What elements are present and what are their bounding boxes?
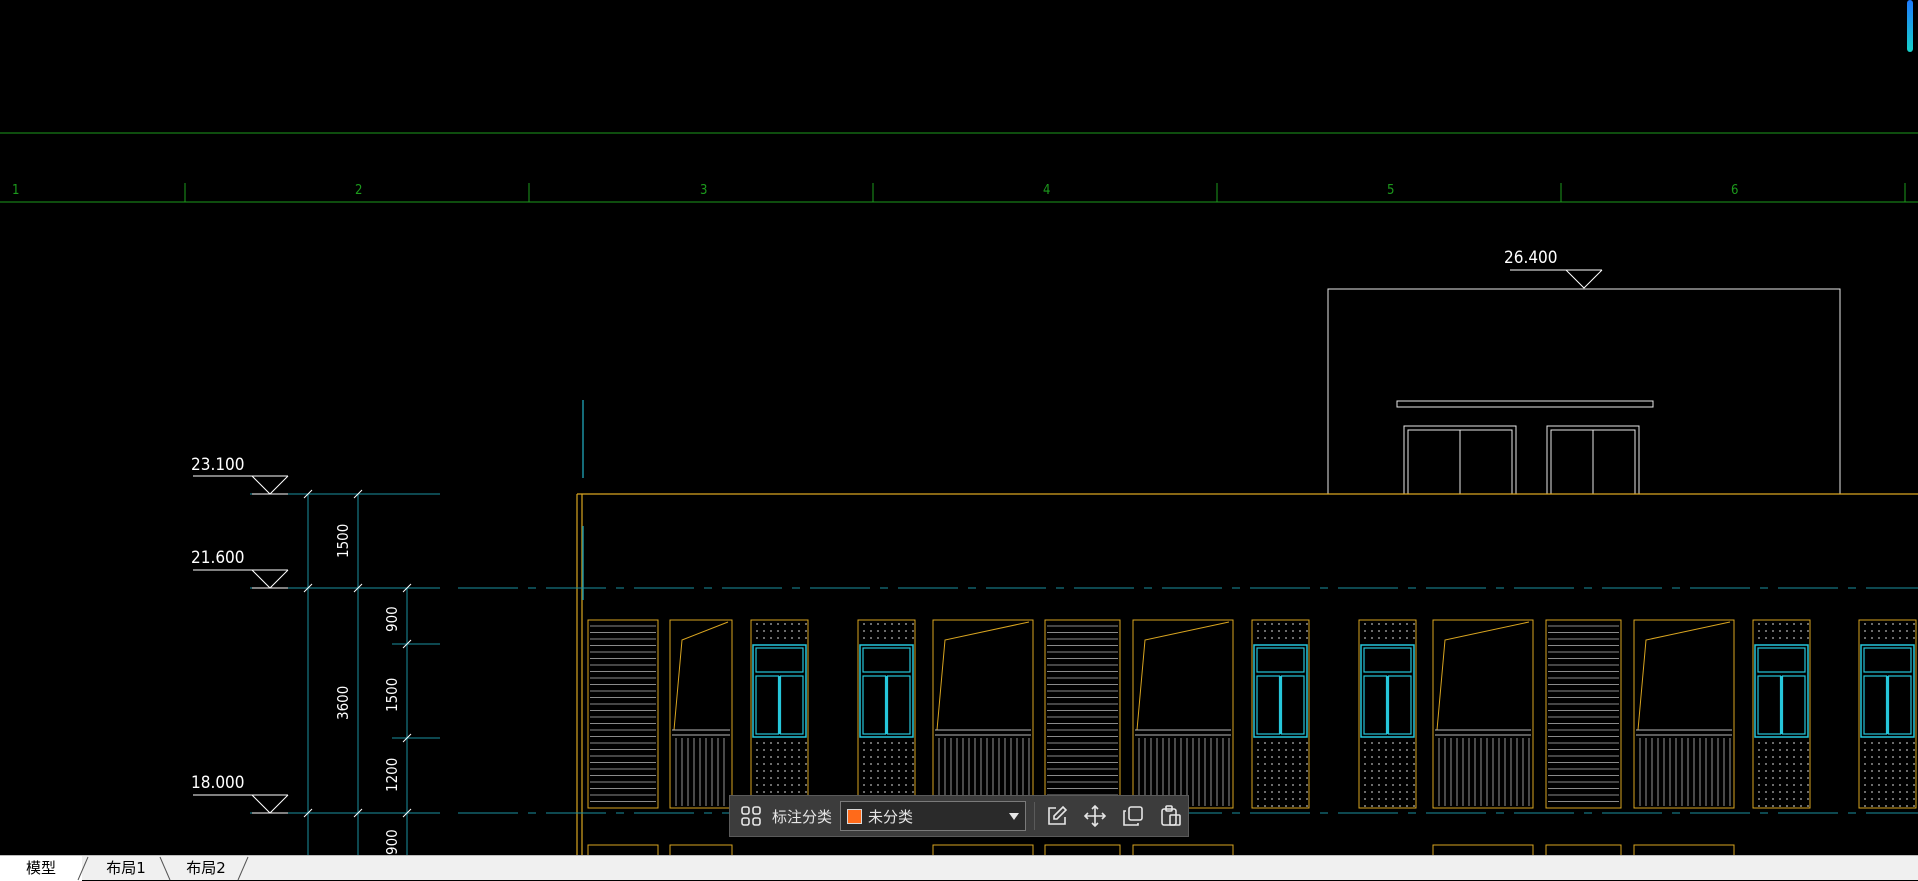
axis-label: 1 [12,183,19,198]
balcony-door [932,619,1034,809]
dimension-texts: 1500 3600 900 1500 1200 900 [334,524,401,855]
dim-900-b: 900 [383,829,401,855]
drawing-canvas[interactable]: 1 2 3 4 5 6 26.400 1500 3600 900 1500 1200 90… [0,0,1918,855]
level-marker-3: 18.000 [191,773,289,814]
level-21600: 21.600 [191,548,245,568]
category-color-swatch [847,808,863,824]
window-pier [1251,619,1310,809]
axis-label: 2 [355,183,362,198]
balcony-door [669,619,733,809]
dim-3600: 3600 [334,686,352,720]
axis-label: 6 [1731,183,1738,198]
category-label: 标注分类 [772,807,833,826]
tab-layout1[interactable]: 布局1 [90,856,162,881]
category-select[interactable]: 未分类 [840,801,1027,831]
axis-label: 4 [1043,183,1050,198]
axis-label: 5 [1387,183,1394,198]
paste-icon[interactable] [1155,800,1187,832]
copy-icon[interactable] [1117,800,1149,832]
axis-labels: 1 2 3 4 5 6 [12,183,1738,198]
louver-panel [1545,619,1622,809]
elevation-marker-top: 26.400 [1504,248,1603,289]
scroll-indicator[interactable] [1907,0,1913,52]
roof-structure [1327,288,1841,495]
level-23100: 23.100 [191,455,245,475]
dim-1500-b: 1500 [383,678,401,712]
louver-panel [1044,619,1121,809]
dim-900-a: 900 [383,606,401,632]
tab-divider [237,856,249,881]
level-marker-1: 23.100 [191,455,289,495]
dim-1500-a: 1500 [334,524,352,558]
dim-1200: 1200 [383,758,401,792]
window-pier [1358,619,1417,809]
move-icon[interactable] [1079,800,1111,832]
louver-panel [587,619,659,809]
level-18000: 18.000 [191,773,245,793]
balcony-door [1132,619,1234,809]
window-pier [1858,619,1917,809]
window-pier [1752,619,1811,809]
grid-icon[interactable] [736,801,766,831]
level-marker-2: 21.600 [191,548,289,589]
elevation-top-text: 26.400 [1504,248,1558,268]
toolbar-divider [1034,802,1036,830]
chevron-down-icon [1009,812,1020,820]
layout-tab-bar: 模型 布局1 布局2 [0,855,1918,881]
balcony-door [1633,619,1735,809]
window-pier [857,619,916,809]
tab-divider [77,856,89,881]
window-pier [750,619,809,809]
edit-icon[interactable] [1041,800,1073,832]
tab-layout2[interactable]: 布局2 [170,856,242,881]
category-value: 未分类 [868,807,914,826]
annotation-toolbar: 标注分类 未分类 [729,795,1189,837]
balcony-door [1432,619,1534,809]
axis-label: 3 [700,183,707,198]
tab-model[interactable]: 模型 [0,856,82,881]
